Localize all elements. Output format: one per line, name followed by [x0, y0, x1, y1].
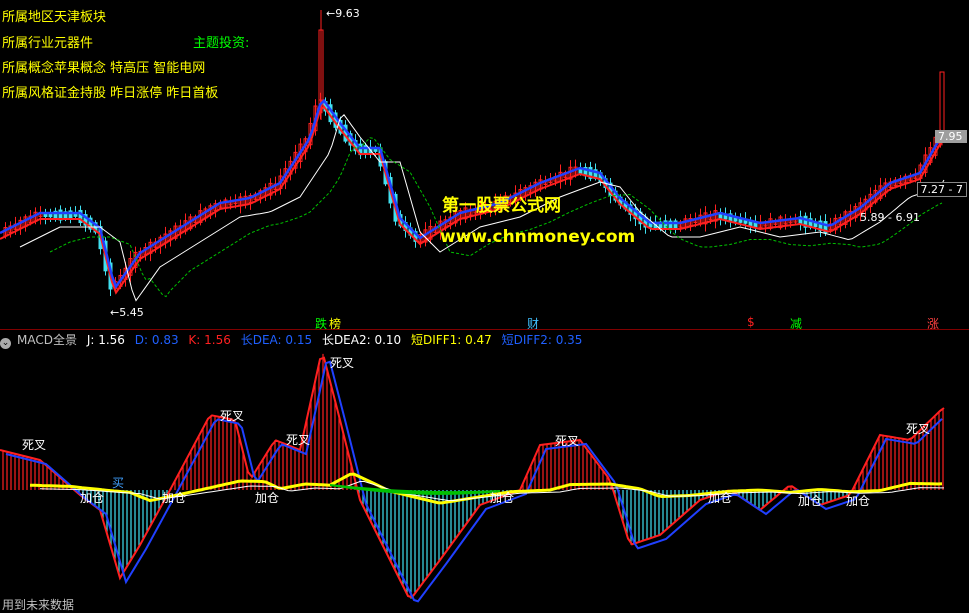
add-position-label: 加仓	[846, 494, 871, 508]
region-info: 所属地区天津板块	[2, 10, 107, 25]
concept-info: 所属概念苹果概念 特高压 智能电网	[2, 61, 206, 76]
indicator-title-bar: ⌄ MACD全景 J: 1.56 D: 0.83 K: 1.56 长DEA: 0.…	[0, 331, 588, 349]
price-tag-top: 7.95	[935, 130, 967, 143]
collapse-icon[interactable]: ⌄	[0, 338, 11, 349]
indicator-diff2: 短DIFF2: 0.35	[501, 333, 583, 347]
dead-cross-label: 死叉	[330, 356, 355, 370]
dead-cross-label: 死叉	[555, 434, 580, 448]
macd-k-line	[0, 356, 945, 599]
buy-signal-label: 买	[112, 476, 125, 490]
theme-info: 主题投资:	[193, 36, 250, 51]
price-tag-mid: 7.27 - 7	[916, 182, 967, 197]
low-price-label: ←5.45	[110, 306, 144, 319]
dead-cross-label: 死叉	[286, 433, 311, 447]
candle-body	[939, 71, 945, 133]
dead-cross-label: 死叉	[22, 438, 47, 452]
add-position-label: 加仓	[708, 491, 733, 505]
indicator-dea2: 长DEA2: 0.10	[321, 333, 402, 347]
watermark-name: 第一股票公式网	[442, 196, 561, 216]
macd-d-line	[5, 360, 943, 603]
add-position-label: 加仓	[798, 494, 823, 508]
ma-green-line	[49, 137, 943, 298]
add-position-label: 加仓	[255, 491, 280, 505]
event-marker[interactable]: $	[747, 315, 755, 329]
range-label: 5.89 - 6.91	[860, 211, 920, 224]
add-position-label: 加仓	[162, 491, 187, 505]
panel-divider	[0, 329, 969, 330]
indicator-d: D: 0.83	[134, 333, 179, 347]
indicator-diff1: 短DIFF1: 0.47	[411, 333, 492, 347]
footer-note: 用到未来数据	[2, 598, 75, 612]
indicator-j: J: 1.56	[86, 333, 125, 347]
add-position-label: 加仓	[80, 491, 105, 505]
high-price-label: ←9.63	[326, 7, 360, 20]
indicator-k: K: 1.56	[188, 333, 231, 347]
style-info: 所属风格证金持股 昨日涨停 昨日首板	[2, 86, 219, 101]
indicator-name[interactable]: MACD全景	[17, 333, 77, 347]
dead-cross-label: 死叉	[906, 422, 931, 436]
indicator-dea1: 长DEA: 0.15	[240, 333, 313, 347]
dead-cross-label: 死叉	[220, 409, 245, 423]
add-position-label: 加仓	[490, 491, 515, 505]
watermark-url: www.chnmoney.com	[440, 227, 636, 247]
industry-info: 所属行业元器件	[2, 36, 94, 51]
